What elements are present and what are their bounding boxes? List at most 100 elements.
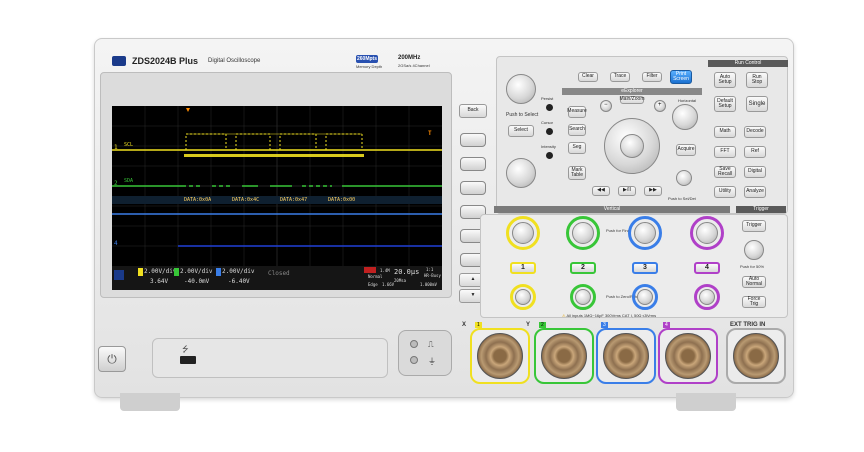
horizontal-label: Horizontal: [678, 98, 697, 103]
clear-button[interactable]: Clear: [578, 72, 598, 82]
zoom-in-button[interactable]: +: [654, 100, 666, 112]
probe-comp-terminal[interactable]: [410, 340, 418, 348]
save-recall-button[interactable]: Save Recall: [714, 166, 736, 178]
print-screen-button[interactable]: Print Screen: [670, 70, 692, 84]
ch1-input-number: 1: [475, 322, 482, 328]
ch3-status-swatch: [216, 268, 221, 276]
intensity-led[interactable]: [546, 152, 553, 159]
ch3-bnc-connector[interactable]: [603, 333, 649, 379]
horizontal-knob[interactable]: [672, 104, 698, 130]
play-pause-button[interactable]: ▶/II: [618, 186, 636, 196]
navigate-inner-knob[interactable]: [620, 134, 644, 158]
ch4-scale-knob[interactable]: [696, 222, 718, 244]
power-icon: ⏻: [107, 352, 117, 366]
ch2-scale: 2.00V/div: [180, 268, 213, 275]
ch3-scale-knob[interactable]: [634, 222, 656, 244]
ch3-offset: -6.40V: [228, 278, 250, 285]
ch1-offset: 3.64V: [150, 278, 169, 285]
ch2-scale-knob[interactable]: [572, 222, 594, 244]
softkey-1[interactable]: [460, 133, 486, 147]
ch3-button[interactable]: 3: [632, 262, 658, 274]
ch1-button[interactable]: 1: [510, 262, 536, 274]
auto-setup-button[interactable]: Auto Setup: [714, 72, 736, 88]
y-input-label: Y: [526, 322, 531, 328]
memory-label: Memory Depth: [356, 64, 383, 69]
probe-ratio: 1:1: [426, 267, 434, 272]
decode-label-3: DATA:0x47: [280, 197, 308, 203]
softkey-3[interactable]: [460, 181, 486, 195]
cursor-led[interactable]: [546, 128, 553, 135]
bandwidth-label: 200MHz: [398, 55, 421, 61]
run-state-badge: [364, 267, 376, 273]
run-control-header: Run Control: [708, 60, 788, 67]
prev-button[interactable]: ◀◀: [592, 186, 610, 196]
default-setup-button[interactable]: Default Setup: [714, 96, 736, 112]
zoom-out-button[interactable]: −: [600, 100, 612, 112]
multipurpose-knob-a[interactable]: [506, 74, 536, 104]
back-button[interactable]: Back: [459, 104, 487, 118]
analyze-button[interactable]: Analyze: [744, 186, 766, 198]
persist-led[interactable]: [546, 104, 553, 111]
ch1-position-knob[interactable]: [515, 289, 531, 305]
display-screen: 1 SCL 2 SDA 4 T DATA:0x0A DATA:0x4C DATA…: [112, 106, 442, 290]
ch4-position-knob[interactable]: [699, 289, 715, 305]
ch2-button[interactable]: 2: [570, 262, 596, 274]
auto-normal-button[interactable]: Auto Normal: [742, 276, 766, 288]
fft-button[interactable]: FFT: [714, 146, 736, 158]
trigger-position-marker: [186, 108, 190, 112]
x-input-label: X: [462, 322, 467, 328]
filter-button[interactable]: Filter: [642, 72, 662, 82]
decode-button[interactable]: Decode: [744, 126, 766, 138]
ch4-bnc-connector[interactable]: [665, 333, 711, 379]
ch3-scale: 2.00V/div: [222, 268, 255, 275]
ch4-marker: 4: [114, 240, 118, 247]
decode-label-2: DATA:0x4C: [232, 197, 260, 203]
ch2-bnc-connector[interactable]: [541, 333, 587, 379]
trace-button[interactable]: Trace: [610, 72, 630, 82]
trigger-button[interactable]: Trigger: [742, 220, 766, 232]
decode-label-4: DATA:0x00: [328, 197, 356, 203]
trigger-level: 1.66V: [382, 282, 395, 287]
usb-port[interactable]: [180, 356, 196, 364]
run-stop-button[interactable]: Run Stop: [746, 72, 768, 88]
main-zoom-button[interactable]: Main/Zoom: [620, 96, 645, 104]
force-trig-button[interactable]: Force Trig: [742, 296, 766, 308]
position-knob[interactable]: [676, 170, 692, 186]
chevron-down-icon: ▼: [470, 292, 476, 299]
single-button[interactable]: Single: [746, 96, 768, 112]
ext-trig-bnc-connector[interactable]: [733, 333, 779, 379]
ch1-bnc-connector[interactable]: [477, 333, 523, 379]
mark-table-button[interactable]: Mark Table: [568, 166, 586, 180]
ch2-status-swatch: [174, 268, 179, 276]
math-button[interactable]: Math: [714, 126, 736, 138]
acquire-button[interactable]: Acquire: [676, 144, 696, 156]
ch2-offset: -40.0mV: [184, 278, 210, 285]
input-warning: ⚠ All inputs 1MΩ~16pF 300Vrms CAT I, 50Ω…: [562, 313, 656, 318]
ch3-position-knob[interactable]: [637, 289, 653, 305]
vertical-header: Vertical: [494, 206, 730, 213]
next-button[interactable]: ▶▶: [644, 186, 662, 196]
persist-label: Persist: [541, 96, 554, 101]
ref-button[interactable]: Ref: [744, 146, 766, 158]
mem-readout: 1.000mV: [420, 282, 437, 287]
softkey-2[interactable]: [460, 157, 486, 171]
seg-button[interactable]: Seg: [568, 142, 586, 154]
trigger-level-knob[interactable]: [744, 240, 764, 260]
ch2-position-knob[interactable]: [575, 289, 591, 305]
search-button[interactable]: Search: [568, 124, 586, 136]
trigger-mode: Edge: [368, 282, 378, 287]
multipurpose-knob-b[interactable]: [506, 158, 536, 188]
ch1-scale-knob[interactable]: [512, 222, 534, 244]
measure-button[interactable]: Measure: [567, 106, 587, 118]
select-button[interactable]: Select: [508, 125, 534, 137]
zoom-in-icon: +: [658, 102, 662, 108]
zlg-status-icon: [114, 270, 124, 280]
probe-ground-terminal[interactable]: [410, 356, 418, 364]
power-button[interactable]: ⏻: [98, 346, 126, 372]
ch4-button[interactable]: 4: [694, 262, 720, 274]
ch2-input-number: 2: [539, 322, 546, 328]
digital-button[interactable]: Digital: [744, 166, 766, 178]
trigger-header: Trigger: [736, 206, 786, 213]
utility-button[interactable]: Utility: [714, 186, 736, 198]
decode-label-1: DATA:0x0A: [184, 197, 212, 203]
